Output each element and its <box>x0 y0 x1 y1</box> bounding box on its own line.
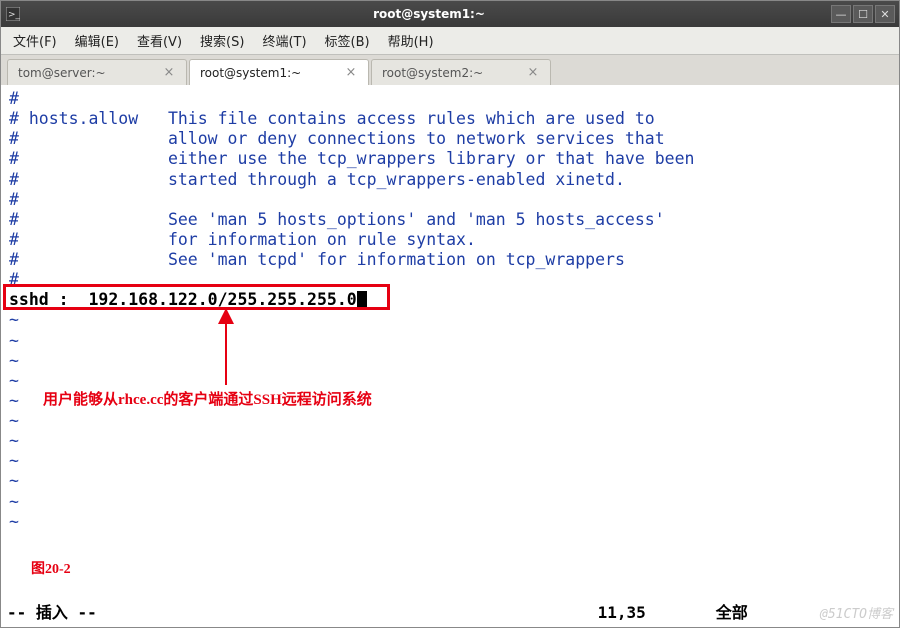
file-line: # hosts.allow This file contains access … <box>9 109 891 129</box>
svg-text:>_: >_ <box>8 10 20 20</box>
file-line: # for information on rule syntax. <box>9 230 891 250</box>
close-icon[interactable]: × <box>162 66 176 80</box>
tab-tom-server[interactable]: tom@server:~ × <box>7 59 187 85</box>
tab-root-system2[interactable]: root@system2:~ × <box>371 59 551 85</box>
menu-edit[interactable]: 编辑(E) <box>69 28 125 53</box>
file-line: # allow or deny connections to network s… <box>9 129 891 149</box>
vim-position: 11,35 <box>406 603 716 623</box>
file-line: # started through a tcp_wrappers-enabled… <box>9 170 891 190</box>
tab-label: root@system1:~ <box>200 66 344 80</box>
close-icon[interactable]: × <box>526 66 540 80</box>
vim-tilde: ~ <box>9 371 891 391</box>
vim-tilde: ~ <box>9 431 891 451</box>
file-line: # See 'man 5 hosts_options' and 'man 5 h… <box>9 210 891 230</box>
menu-help[interactable]: 帮助(H) <box>382 28 440 53</box>
minimize-button[interactable]: — <box>831 5 851 23</box>
window-title: root@system1:~ <box>27 7 831 21</box>
menu-file[interactable]: 文件(F) <box>7 28 63 53</box>
titlebar[interactable]: >_ root@system1:~ — ☐ ✕ <box>1 1 899 27</box>
vim-tilde: ~ <box>9 492 891 512</box>
vim-tilde: ~ <box>9 310 891 330</box>
maximize-button[interactable]: ☐ <box>853 5 873 23</box>
vim-tilde: ~ <box>9 351 891 371</box>
menu-tabs[interactable]: 标签(B) <box>319 28 376 53</box>
tab-root-system1[interactable]: root@system1:~ × <box>189 59 369 85</box>
vim-tilde: ~ <box>9 391 891 411</box>
vim-tilde: ~ <box>9 471 891 491</box>
file-line: # See 'man tcpd' for information on tcp_… <box>9 250 891 270</box>
figure-label: 图20-2 <box>31 561 71 578</box>
vim-tilde: ~ <box>9 512 891 532</box>
close-button[interactable]: ✕ <box>875 5 895 23</box>
tabbar: tom@server:~ × root@system1:~ × root@sys… <box>1 55 899 85</box>
terminal-window: >_ root@system1:~ — ☐ ✕ 文件(F) 编辑(E) 查看(V… <box>0 0 900 628</box>
menu-search[interactable]: 搜索(S) <box>194 28 250 53</box>
cursor-icon <box>357 291 367 309</box>
close-icon[interactable]: × <box>344 66 358 80</box>
terminal-content[interactable]: # # hosts.allow This file contains acces… <box>1 85 899 627</box>
rule-line: sshd : 192.168.122.0/255.255.255.0 <box>9 290 891 310</box>
file-line: # either use the tcp_wrappers library or… <box>9 149 891 169</box>
file-line: # <box>9 270 891 290</box>
tab-label: root@system2:~ <box>382 66 526 80</box>
file-line: # <box>9 190 891 210</box>
file-line: # <box>9 89 891 109</box>
terminal-icon: >_ <box>5 6 21 22</box>
vim-tilde: ~ <box>9 411 891 431</box>
window-controls: — ☐ ✕ <box>831 5 895 23</box>
menu-terminal[interactable]: 终端(T) <box>256 28 312 53</box>
menubar: 文件(F) 编辑(E) 查看(V) 搜索(S) 终端(T) 标签(B) 帮助(H… <box>1 27 899 55</box>
vim-mode: -- 插入 -- <box>7 603 406 623</box>
vim-percent: 全部 <box>716 603 893 623</box>
rule-text: sshd : 192.168.122.0/255.255.255.0 <box>9 290 357 309</box>
vim-tilde: ~ <box>9 331 891 351</box>
vim-statusbar: -- 插入 -- 11,35 全部 <box>1 603 899 627</box>
tab-label: tom@server:~ <box>18 66 162 80</box>
menu-view[interactable]: 查看(V) <box>131 28 188 53</box>
vim-tilde: ~ <box>9 451 891 471</box>
